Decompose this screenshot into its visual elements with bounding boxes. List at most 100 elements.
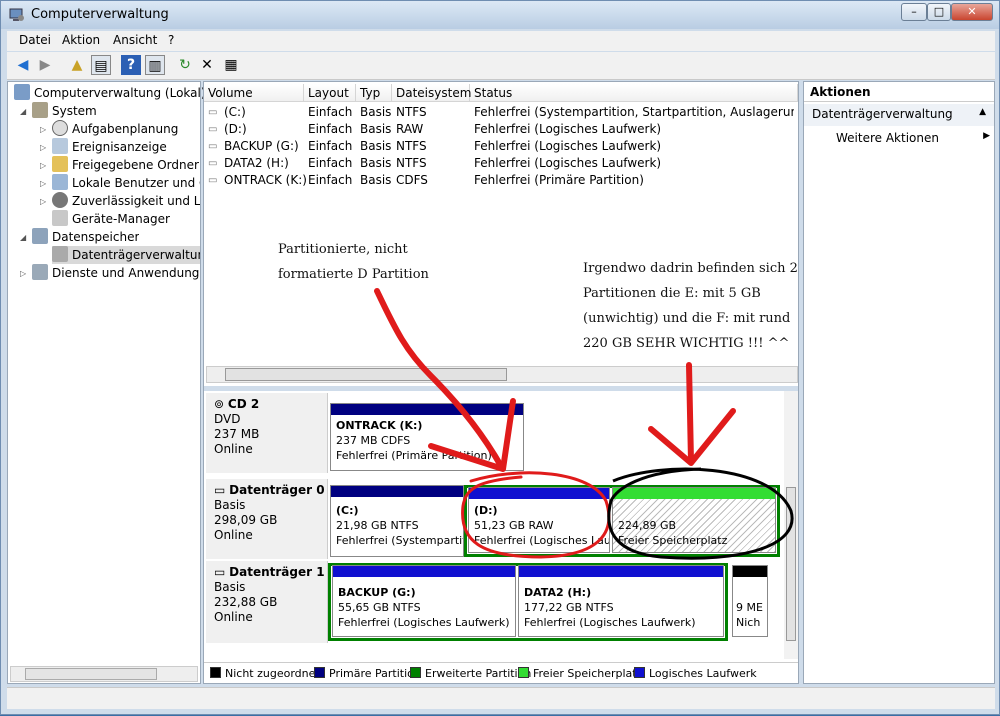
table-cell[interactable]: Fehlerfrei (Logisches Laufwerk) <box>474 155 794 172</box>
menu-ansicht[interactable]: Ansicht <box>113 33 157 47</box>
weitere-aktionen[interactable]: Weitere Aktionen ▶ <box>836 131 990 145</box>
expand-icon[interactable]: ▷ <box>20 269 26 278</box>
table-cell[interactable]: Einfach <box>308 104 352 121</box>
storage-icon <box>32 228 48 244</box>
table-cell[interactable]: Fehlerfrei (Logisches Laufwerk) <box>474 138 794 155</box>
partition-unallocated[interactable]: 9 ME Nich <box>732 565 768 637</box>
table-cell[interactable]: Basis <box>360 155 391 172</box>
tree-item-geraete-manager[interactable]: Geräte-Manager <box>52 210 170 228</box>
partition-bar <box>613 488 775 499</box>
table-cell[interactable]: CDFS <box>396 172 428 189</box>
disk-cd2-info[interactable]: ⊚ CD 2 DVD 237 MB Online <box>206 393 328 473</box>
partition-d[interactable]: (D:) 51,23 GB RAW Fehlerfrei (Logisches … <box>468 487 610 553</box>
properties-icon[interactable]: ▦ <box>221 55 241 75</box>
tree-item-datenspeicher[interactable]: Datenspeicher <box>32 228 139 246</box>
tree-item-dienste[interactable]: Dienste und Anwendungen <box>32 264 200 282</box>
col-dateisystem[interactable]: Dateisystem <box>392 84 471 102</box>
partition-bar <box>733 566 767 577</box>
disk-type: DVD <box>214 412 241 426</box>
volume-cell[interactable]: BACKUP (G:) <box>224 138 299 155</box>
back-icon[interactable]: ◀ <box>13 55 33 75</box>
volume-cell[interactable]: (C:) <box>224 104 246 121</box>
collapse-icon[interactable]: ◢ <box>20 107 26 116</box>
table-cell[interactable]: Basis <box>360 172 391 189</box>
actions-section[interactable]: Datenträgerverwaltung ▲ <box>804 104 994 126</box>
tree-item-datentraegerverwaltung[interactable]: Datenträgerverwaltung <box>52 246 200 264</box>
menu-help[interactable]: ? <box>168 33 174 47</box>
table-cell[interactable]: Basis <box>360 121 391 138</box>
table-cell[interactable]: Einfach <box>308 172 352 189</box>
partition-bar <box>519 566 723 577</box>
help-icon[interactable]: ? <box>121 55 141 75</box>
performance-icon <box>52 192 68 208</box>
col-layout[interactable]: Layout <box>304 84 356 102</box>
show-tree-icon[interactable]: ▤ <box>91 55 111 75</box>
table-cell[interactable]: Fehlerfrei (Systempartition, Startpartit… <box>474 104 794 121</box>
table-cell[interactable]: NTFS <box>396 155 427 172</box>
menu-datei[interactable]: Datei <box>19 33 51 47</box>
collapse-icon[interactable]: ◢ <box>20 233 26 242</box>
partition-free[interactable]: 224,89 GB Freier Speicherplatz <box>612 487 776 553</box>
maximize-button[interactable]: □ <box>927 3 951 21</box>
table-cell[interactable]: NTFS <box>396 104 427 121</box>
partition-h[interactable]: DATA2 (H:) 177,22 GB NTFS Fehlerfrei (Lo… <box>518 565 724 637</box>
table-cell[interactable]: Fehlerfrei (Primäre Partition) <box>474 172 794 189</box>
disk-0-info[interactable]: ▭ Datenträger 0 Basis 298,09 GB Online <box>206 479 328 559</box>
legend-swatch <box>314 667 325 678</box>
close-button[interactable]: ✕ <box>951 3 993 21</box>
legend-swatch <box>210 667 221 678</box>
tree-item-system[interactable]: System <box>32 102 97 120</box>
table-cell[interactable]: NTFS <box>396 138 427 155</box>
tree-item-aufgabenplanung[interactable]: Aufgabenplanung <box>52 120 178 138</box>
partition-c[interactable]: (C:) 21,98 GB NTFS Fehlerfrei (Systempar… <box>330 485 464 557</box>
tree-item-freigegebene-ordner[interactable]: Freigegebene Ordner <box>52 156 199 174</box>
disk-size: 298,09 GB <box>214 513 278 527</box>
table-cell[interactable]: RAW <box>396 121 423 138</box>
refresh-icon[interactable]: ↻ <box>175 55 195 75</box>
disk-state: Online <box>214 442 253 456</box>
volume-cell[interactable]: ONTRACK (K:) <box>224 172 307 189</box>
partition-k[interactable]: ONTRACK (K:) 237 MB CDFS Fehlerfrei (Pri… <box>330 403 524 471</box>
table-cell[interactable]: Fehlerfrei (Logisches Laufwerk) <box>474 121 794 138</box>
table-cell[interactable]: Basis <box>360 138 391 155</box>
col-volume[interactable]: Volume <box>204 84 304 102</box>
menu-aktion[interactable]: Aktion <box>62 33 100 47</box>
tree-item-ereignisanzeige[interactable]: Ereignisanzeige <box>52 138 167 156</box>
clock-icon <box>52 120 68 136</box>
expand-icon[interactable]: ▷ <box>40 161 46 170</box>
tree-item-root[interactable]: Computerverwaltung (Lokal) <box>14 84 206 102</box>
expand-icon[interactable]: ▷ <box>40 179 46 188</box>
disk-vertical-scrollbar[interactable] <box>784 391 798 659</box>
table-cell[interactable]: Einfach <box>308 155 352 172</box>
minimize-button[interactable]: – <box>901 3 927 21</box>
device-manager-icon <box>52 210 68 226</box>
scroll-thumb[interactable] <box>786 487 796 641</box>
collapse-up-icon[interactable]: ▲ <box>979 107 986 117</box>
up-icon[interactable]: ▲ <box>67 55 87 75</box>
col-typ[interactable]: Typ <box>356 84 392 102</box>
scroll-thumb[interactable] <box>25 668 157 680</box>
volume-horizontal-scrollbar[interactable] <box>206 366 798 383</box>
table-cell[interactable]: Einfach <box>308 121 352 138</box>
disk-1-info[interactable]: ▭ Datenträger 1 Basis 232,88 GB Online <box>206 561 328 643</box>
volume-cell[interactable]: (D:) <box>224 121 247 138</box>
col-status[interactable]: Status <box>470 84 798 102</box>
delete-icon[interactable]: ✕ <box>197 55 217 75</box>
drive-icon: ▭ <box>208 141 218 152</box>
expand-icon[interactable]: ▷ <box>40 143 46 152</box>
disk-management-icon <box>52 246 68 262</box>
table-cell[interactable]: Einfach <box>308 138 352 155</box>
partition-g[interactable]: BACKUP (G:) 55,65 GB NTFS Fehlerfrei (Lo… <box>332 565 516 637</box>
expand-icon[interactable]: ▷ <box>40 197 46 206</box>
title-bar[interactable]: Computerverwaltung – □ ✕ <box>1 1 999 29</box>
tree-item-zuverlaessigkeit[interactable]: Zuverlässigkeit und Leis <box>52 192 200 210</box>
tree-item-lokale-benutzer[interactable]: Lokale Benutzer und Gru <box>52 174 200 192</box>
table-cell[interactable]: Basis <box>360 104 391 121</box>
scroll-thumb[interactable] <box>225 368 507 381</box>
pane-icon[interactable]: ▥ <box>145 55 165 75</box>
tree-horizontal-scrollbar[interactable] <box>10 666 198 682</box>
expand-icon[interactable]: ▷ <box>40 125 46 134</box>
volume-cell[interactable]: DATA2 (H:) <box>224 155 289 172</box>
partition-bar <box>333 566 515 577</box>
forward-icon[interactable]: ▶ <box>35 55 55 75</box>
